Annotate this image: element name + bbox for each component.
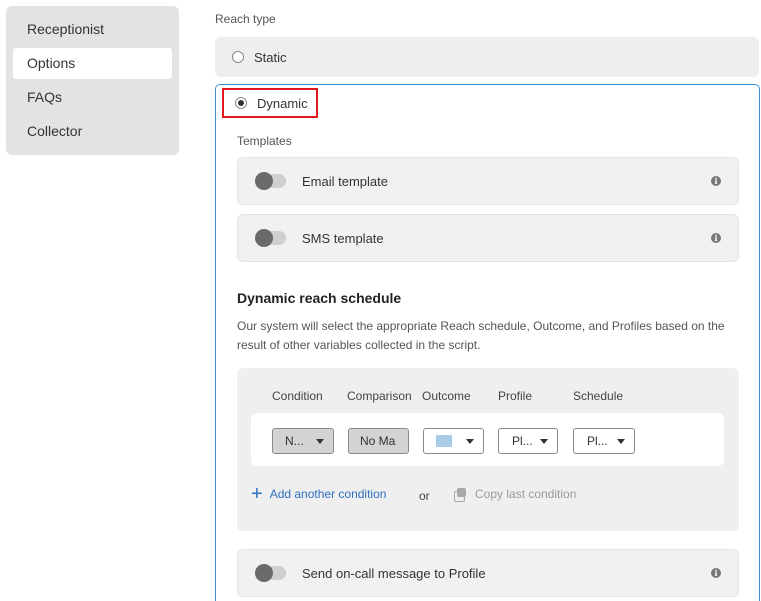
column-header-outcome: Outcome xyxy=(422,389,471,403)
email-template-row: Email template i xyxy=(237,157,739,205)
chevron-down-icon xyxy=(540,439,548,444)
templates-label: Templates xyxy=(237,134,292,148)
conditions-panel: Condition Comparison Outcome Profile Sch… xyxy=(237,368,739,531)
sms-template-row: SMS template i xyxy=(237,214,739,262)
condition-row: N... No Ma Pl... Pl... xyxy=(251,413,724,466)
static-radio[interactable] xyxy=(232,51,244,63)
info-icon[interactable]: i xyxy=(711,568,721,578)
profile-select[interactable]: Pl... xyxy=(498,428,558,454)
oncall-message-row: Send on-call message to Profile i xyxy=(237,549,739,597)
column-header-profile: Profile xyxy=(498,389,533,403)
reach-option-static[interactable]: Static xyxy=(215,37,759,77)
copy-condition-label: Copy last condition xyxy=(475,487,577,501)
oncall-message-toggle[interactable] xyxy=(255,564,286,582)
plus-icon: + xyxy=(251,483,263,505)
static-label: Static xyxy=(254,49,287,65)
comparison-value: No Ma xyxy=(360,434,396,448)
comparison-select[interactable]: No Ma xyxy=(348,428,409,454)
column-header-condition: Condition xyxy=(272,389,323,403)
profile-value: Pl... xyxy=(512,434,533,448)
sidebar-item-receptionist[interactable]: Receptionist xyxy=(13,14,172,45)
reach-option-dynamic[interactable]: Dynamic xyxy=(222,88,318,118)
chevron-down-icon xyxy=(466,439,474,444)
schedule-title: Dynamic reach schedule xyxy=(237,290,402,306)
copy-icon xyxy=(454,487,467,502)
email-template-label: Email template xyxy=(302,173,388,189)
column-header-comparison: Comparison xyxy=(347,389,412,403)
info-icon[interactable]: i xyxy=(711,176,721,186)
chevron-down-icon xyxy=(316,439,324,444)
reach-type-label: Reach type xyxy=(215,12,276,26)
sidebar-item-options[interactable]: Options xyxy=(13,48,172,79)
outcome-select[interactable] xyxy=(423,428,484,454)
column-header-schedule: Schedule xyxy=(573,389,624,403)
condition-select[interactable]: N... xyxy=(272,428,334,454)
dynamic-label: Dynamic xyxy=(257,95,308,111)
sidebar-item-collector[interactable]: Collector xyxy=(13,116,172,147)
main-content: Reach type Static Dynamic Templates Emai… xyxy=(215,0,761,601)
email-template-toggle[interactable] xyxy=(255,172,286,190)
dynamic-radio[interactable] xyxy=(235,97,247,109)
oncall-message-label: Send on-call message to Profile xyxy=(302,565,486,581)
chevron-down-icon xyxy=(617,439,625,444)
schedule-value: Pl... xyxy=(587,434,608,448)
sms-template-label: SMS template xyxy=(302,230,384,246)
condition-value: N... xyxy=(285,434,304,448)
reach-option-dynamic-panel: Dynamic Templates Email template i SMS t… xyxy=(215,84,760,601)
add-condition-button[interactable]: + Add another condition xyxy=(251,483,387,505)
or-separator: or xyxy=(419,489,430,503)
copy-last-condition-button[interactable]: Copy last condition xyxy=(454,487,577,502)
sms-template-toggle[interactable] xyxy=(255,229,286,247)
sidebar-item-faqs[interactable]: FAQs xyxy=(13,82,172,113)
schedule-description: Our system will select the appropriate R… xyxy=(237,319,725,352)
add-condition-label: Add another condition xyxy=(269,487,387,501)
outcome-color-swatch xyxy=(436,435,452,447)
sidebar-nav: Receptionist Options FAQs Collector xyxy=(6,6,179,155)
schedule-select[interactable]: Pl... xyxy=(573,428,635,454)
info-icon[interactable]: i xyxy=(711,233,721,243)
